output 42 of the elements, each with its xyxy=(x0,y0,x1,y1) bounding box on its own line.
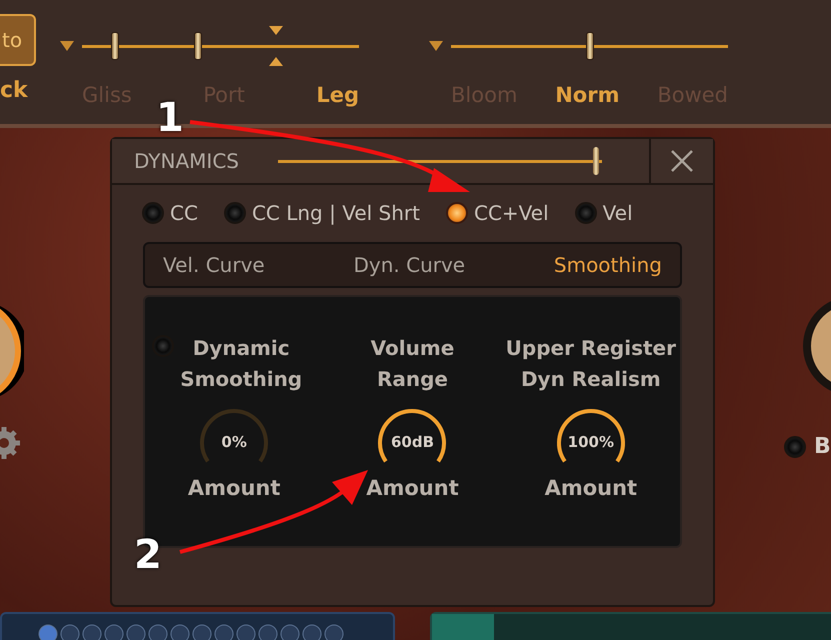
slider-thumb[interactable] xyxy=(194,32,202,60)
slider[interactable] xyxy=(278,147,602,175)
tab[interactable]: Smoothing xyxy=(554,250,662,280)
articulation-option[interactable]: Norm xyxy=(555,80,620,112)
knob-value: 0% xyxy=(221,432,247,453)
control-title: Volume Range xyxy=(370,335,454,393)
annotation-number: 1 xyxy=(156,98,184,138)
mode-label: CC+Vel xyxy=(474,200,549,227)
radio-button[interactable] xyxy=(446,202,468,224)
tab[interactable]: Vel. Curve xyxy=(163,250,265,280)
control-title: Upper Register Dyn Realism xyxy=(506,335,676,393)
knob-value: 60dB xyxy=(390,432,434,453)
mode-label: ck xyxy=(0,80,28,102)
tab[interactable]: Dyn. Curve xyxy=(353,250,466,280)
radio-button[interactable] xyxy=(224,202,246,224)
dialog-title: DYNAMICS xyxy=(134,148,240,175)
amount-knob[interactable]: 100% xyxy=(554,407,627,469)
radio-button[interactable] xyxy=(142,202,164,224)
knob-caption: Amount xyxy=(544,475,638,502)
slider-thumb[interactable] xyxy=(586,32,594,60)
dropdown-caret-icon[interactable] xyxy=(60,41,74,51)
annotation-number: 2 xyxy=(134,535,162,575)
radio-button[interactable] xyxy=(784,436,806,458)
close-icon xyxy=(670,149,694,173)
articulation-option[interactable]: Leg xyxy=(316,80,359,112)
knob-value: 100% xyxy=(568,432,614,453)
radio-button[interactable] xyxy=(574,202,597,224)
dropdown-caret-icon[interactable] xyxy=(429,41,443,51)
knob-caption: Amount xyxy=(366,475,459,502)
mode-label: CC Lng | Vel Shrt xyxy=(252,200,420,227)
mode-label: CC xyxy=(170,200,198,227)
slider-thumb[interactable] xyxy=(592,147,599,175)
slider-thumb[interactable] xyxy=(111,32,120,60)
amount-knob[interactable]: 60dB xyxy=(376,407,448,469)
control-title: Dynamic Smoothing xyxy=(180,335,302,393)
mode-button[interactable]: to xyxy=(0,14,36,66)
radio-button[interactable] xyxy=(152,335,174,357)
slider[interactable] xyxy=(82,26,359,66)
mode-label: Vel xyxy=(602,200,633,227)
amount-knob[interactable]: 0% xyxy=(198,407,270,469)
option-label: B xyxy=(814,433,831,461)
knob-caption: Amount xyxy=(188,475,280,502)
